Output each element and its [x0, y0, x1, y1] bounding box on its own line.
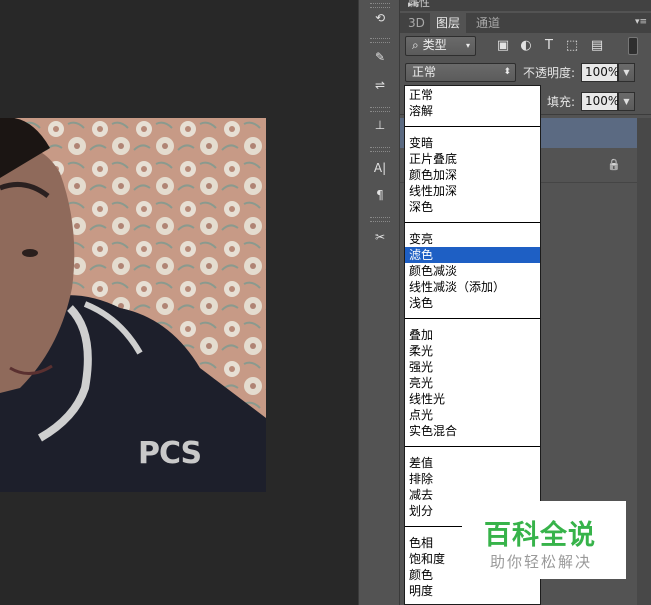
blend-mode-value: 正常: [412, 65, 437, 79]
blend-option[interactable]: 变亮: [405, 231, 540, 247]
tab-3d[interactable]: 3D: [402, 13, 431, 33]
fill-field[interactable]: 100%: [581, 92, 619, 111]
shirt-logo-text: PCS: [138, 436, 202, 471]
blend-option[interactable]: 正片叠底: [405, 151, 540, 167]
opacity-label: 不透明度:: [523, 66, 576, 80]
layer-filter-label: 类型: [422, 38, 447, 52]
pixel-filter-icon[interactable]: ▣: [495, 38, 511, 54]
canvas-area[interactable]: PCS: [0, 0, 358, 605]
tool-presets-icon[interactable]: ✂: [369, 226, 391, 248]
history-brush-icon[interactable]: ⟲: [369, 7, 391, 29]
character-icon[interactable]: A|: [369, 157, 391, 179]
blend-option[interactable]: 溶解: [405, 103, 540, 119]
blend-option[interactable]: 差值: [405, 455, 540, 471]
tab-layers[interactable]: 图层: [430, 13, 467, 33]
opacity-dropdown-icon[interactable]: ▼: [618, 63, 635, 82]
smart-object-filter-icon[interactable]: ▤: [589, 38, 605, 54]
blend-option[interactable]: 变暗: [405, 135, 540, 151]
watermark-logo: 百科全说 助你轻松解决: [462, 501, 626, 579]
blend-option[interactable]: 点光: [405, 407, 540, 423]
list-separator: [405, 126, 540, 127]
panel-tab-row: 3D 图层 通道 ▾≡: [400, 13, 651, 33]
adjustments-icon[interactable]: ⇌: [369, 74, 391, 96]
lock-icon: 🔒: [607, 158, 621, 171]
blend-option-selected[interactable]: 滤色: [405, 247, 540, 263]
tab-channels[interactable]: 通道: [470, 13, 506, 33]
paragraph-icon[interactable]: ¶: [369, 184, 391, 206]
shape-filter-icon[interactable]: ⬚: [564, 38, 580, 54]
watermark-title: 百科全说: [484, 520, 596, 551]
tool-grip[interactable]: [370, 217, 390, 222]
panel-menu-icon[interactable]: ▾≡: [635, 17, 647, 27]
adjustment-filter-icon[interactable]: ◐: [518, 38, 534, 54]
list-separator: [405, 446, 540, 447]
blend-option[interactable]: 实色混合: [405, 423, 540, 439]
clone-stamp-icon[interactable]: ⊥: [369, 114, 391, 136]
layers-scrollbar[interactable]: [637, 118, 651, 605]
search-icon: ⌕: [412, 38, 419, 52]
blend-option[interactable]: 深色: [405, 199, 540, 215]
opacity-field[interactable]: 100%: [581, 63, 619, 82]
fill-dropdown-icon[interactable]: ▼: [618, 92, 635, 111]
panel-title-bar: 属性 ▸≡: [400, 0, 651, 11]
tool-strip: ⟲ ✎ ⇌ ⊥ A| ¶ ✂: [358, 0, 400, 605]
watermark-subtitle: 助你轻松解决: [490, 553, 593, 571]
chevron-updown-icon: ⬍: [503, 67, 511, 77]
type-filter-icon[interactable]: T: [541, 38, 557, 54]
list-separator: [405, 318, 540, 319]
tool-grip[interactable]: [370, 147, 390, 152]
blend-option[interactable]: 柔光: [405, 343, 540, 359]
blend-option[interactable]: 明度: [405, 583, 540, 599]
blend-option[interactable]: 颜色加深: [405, 167, 540, 183]
panel-collapse-icon[interactable]: ▸≡: [408, 0, 647, 10]
blend-option[interactable]: 颜色减淡: [405, 263, 540, 279]
blend-option[interactable]: 线性加深: [405, 183, 540, 199]
canvas-photo[interactable]: PCS: [0, 118, 266, 492]
fill-label: 填充:: [547, 95, 576, 109]
blend-option[interactable]: 亮光: [405, 375, 540, 391]
blend-mode-select[interactable]: 正常 ⬍: [405, 63, 516, 82]
list-separator: [405, 222, 540, 223]
blend-option[interactable]: 正常: [405, 87, 540, 103]
blend-option[interactable]: 排除: [405, 471, 540, 487]
tool-grip[interactable]: [370, 107, 390, 112]
layer-filter-select[interactable]: ⌕ 类型 ▾: [405, 36, 476, 56]
blend-option[interactable]: 强光: [405, 359, 540, 375]
brush-settings-icon[interactable]: ✎: [369, 46, 391, 68]
blend-option[interactable]: 线性光: [405, 391, 540, 407]
filter-toggle[interactable]: [628, 37, 638, 55]
tool-grip[interactable]: [370, 38, 390, 43]
blend-option[interactable]: 叠加: [405, 327, 540, 343]
blend-option[interactable]: 线性减淡（添加）: [405, 279, 540, 295]
blend-option[interactable]: 浅色: [405, 295, 540, 311]
chevron-down-icon: ▾: [465, 41, 470, 50]
